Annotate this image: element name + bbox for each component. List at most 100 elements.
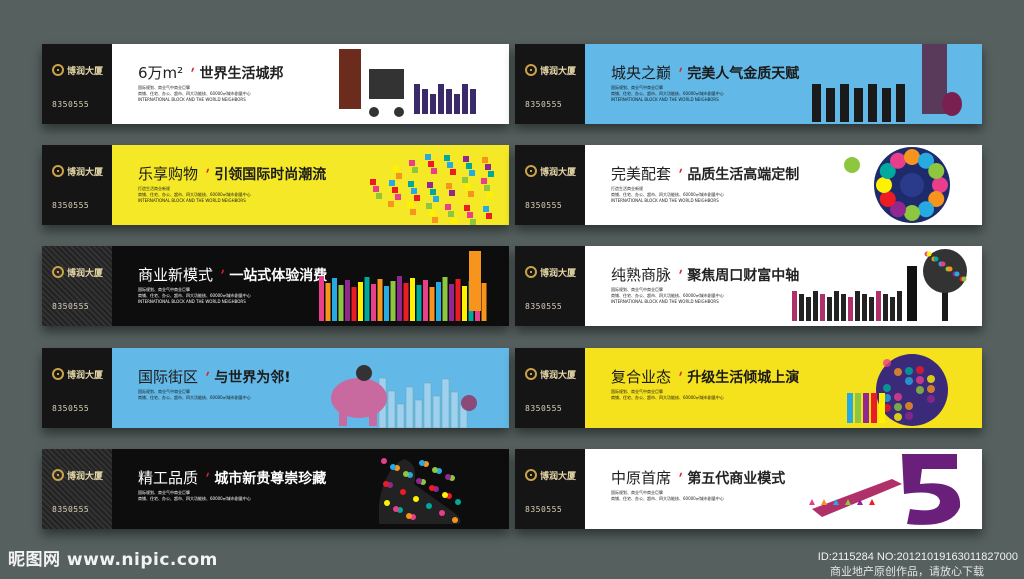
logo-panel: 博润大厦 8350555 <box>515 246 585 326</box>
description: 国际规划、商业气中商业巨擘 商铺、住宅、办公、超市、四大功能核、60000㎡城市… <box>138 389 251 401</box>
logo-icon <box>52 64 64 76</box>
headline: 纯熟商脉 ' 聚焦周口财富中轴 <box>611 264 799 285</box>
logo-name: 博润大厦 <box>67 371 104 381</box>
description: 国际规划、商业气中商业巨擘 商铺、住宅、办公、超市、四大功能核、60000㎡城市… <box>611 85 724 103</box>
headline-subtitle: 第五代商业模式 <box>687 471 786 487</box>
logo-name: 博润大厦 <box>540 168 577 178</box>
logo-phone: 8350555 <box>525 404 563 413</box>
lifestyle-wheel-illustration <box>792 145 972 225</box>
billboard-content: 复合业态 ' 升级生活倾城上演 国际规划、商业气中商业巨擘 商铺、住宅、办公、超… <box>585 348 982 428</box>
logo-icon <box>525 64 537 76</box>
headline-main: 国际街区 <box>138 368 199 386</box>
headline-subtitle: 引领国际时尚潮流 <box>214 167 327 183</box>
billboard-b7: 博润大厦 8350555 国际街区 ' 与世界为邻! 国际规划、商业气中商业巨擘… <box>42 348 509 428</box>
headline-main: 复合业态 <box>611 368 672 386</box>
logo-name: 博润大厦 <box>67 269 104 279</box>
accent-mark-icon: ' <box>674 66 685 82</box>
accent-mark-icon: ' <box>674 471 685 487</box>
billboard-content: 城央之巅 ' 完美人气金质天赋 国际规划、商业气中商业巨擘 商铺、住宅、办公、超… <box>585 44 982 124</box>
logo-icon <box>52 266 64 278</box>
billboard-b9: 博润大厦 8350555 精工品质 ' 城市新贵尊崇珍藏 国际规划、商业气中商业… <box>42 449 509 529</box>
logo-panel: 博润大厦 8350555 <box>42 44 112 124</box>
logo-panel: 博润大厦 8350555 <box>42 246 112 326</box>
description-line-3: INTERNATIONAL BLOCK AND THE WORLD NEIGHB… <box>611 97 719 102</box>
headline: 国际街区 ' 与世界为邻! <box>138 366 291 387</box>
logo-icon <box>525 266 537 278</box>
headline-subtitle: 城市新贵尊崇珍藏 <box>214 471 327 487</box>
site-watermark: 昵图网 www.nipic.com <box>8 550 218 570</box>
description: 国际规划、商业气中商业巨擘 商铺、住宅、办公、超市、四大功能核、60000㎡城市… <box>611 287 724 305</box>
accent-mark-icon: ' <box>201 370 212 386</box>
headline-main: 乐享购物 <box>138 165 199 183</box>
billboard-b3: 博润大厦 8350555 乐享购物 ' 引领国际时尚潮流 打造生活商业新规 商铺… <box>42 145 509 225</box>
floral-heel-illustration <box>319 449 499 529</box>
description-line-3: INTERNATIONAL BLOCK AND THE WORLD NEIGHB… <box>138 198 246 203</box>
billboard-b5: 博润大厦 8350555 商业新模式 ' 一站式体验消费 国际规划、商业气中商业… <box>42 246 509 326</box>
description: 国际规划、商业气中商业巨擘 商铺、住宅、办公、超市、四大功能核、60000㎡城市… <box>138 287 251 305</box>
billboard-content: 纯熟商脉 ' 聚焦周口财富中轴 国际规划、商业气中商业巨擘 商铺、住宅、办公、超… <box>585 246 982 326</box>
description: 国际规划、商业气中商业巨擘 商铺、住宅、办公、超市、四大功能核、60000㎡城市… <box>138 490 251 502</box>
logo-phone: 8350555 <box>525 201 563 210</box>
billboard-b6: 博润大厦 8350555 纯熟商脉 ' 聚焦周口财富中轴 国际规划、商业气中商业… <box>515 246 982 326</box>
logo-phone: 8350555 <box>52 100 90 109</box>
description: 国际规划、商业气中商业巨擘 商铺、住宅、办公、超市、四大功能核、60000㎡城市… <box>611 490 724 502</box>
description: 打造生活商业新规 商铺、住宅、办公、超市、四大功能核、60000㎡城市剧量中心 … <box>611 186 724 204</box>
headline-main: 中原首席 <box>611 469 672 487</box>
description-line-3: INTERNATIONAL BLOCK AND THE WORLD NEIGHB… <box>611 198 719 203</box>
logo-name: 博润大厦 <box>540 67 577 77</box>
headline-main: 商业新模式 <box>138 266 214 284</box>
headline: 商业新模式 ' 一站式体验消费 <box>138 264 327 285</box>
logo-name: 博润大厦 <box>540 371 577 381</box>
headline-subtitle: 完美人气金质天赋 <box>687 66 800 82</box>
logo-name: 博润大厦 <box>540 269 577 279</box>
billboard-content: 完美配套 ' 品质生活高端定制 打造生活商业新规 商铺、住宅、办公、超市、四大功… <box>585 145 982 225</box>
logo-phone: 8350555 <box>52 302 90 311</box>
accent-mark-icon: ' <box>674 167 685 183</box>
headline: 6万m² ' 世界生活城邦 <box>138 62 283 83</box>
logo-icon <box>52 165 64 177</box>
headline-subtitle: 与世界为邻! <box>214 370 291 386</box>
logo-panel: 博润大厦 8350555 <box>515 44 585 124</box>
headline-main: 6万m² <box>138 64 184 82</box>
description-line-3: INTERNATIONAL BLOCK AND THE WORLD NEIGHB… <box>138 97 246 102</box>
logo-panel: 博润大厦 8350555 <box>42 449 112 529</box>
promo-caption: 商业地产原创作品，请放心下载 <box>830 565 984 578</box>
description: 国际规划、商业气中商业巨擘 商铺、住宅、办公、超市、四大功能核、60000㎡城市… <box>138 85 251 103</box>
logo-name: 博润大厦 <box>540 472 577 482</box>
headline-main: 完美配套 <box>611 165 672 183</box>
headline-subtitle: 聚焦周口财富中轴 <box>687 268 800 284</box>
image-id: ID:2115284 NO:20121019163011827000 <box>817 551 1018 563</box>
logo-panel: 博润大厦 8350555 <box>42 145 112 225</box>
headline: 城央之巅 ' 完美人气金质天赋 <box>611 62 799 83</box>
logo-phone: 8350555 <box>525 302 563 311</box>
description: 打造生活商业新规 商铺、住宅、办公、超市、四大功能核、60000㎡城市剧量中心 … <box>138 186 251 204</box>
headline-main: 纯熟商脉 <box>611 266 672 284</box>
headline: 完美配套 ' 品质生活高端定制 <box>611 163 799 184</box>
elephant-skyline-illustration <box>319 348 499 428</box>
billboard-b1: 博润大厦 8350555 6万m² ' 世界生活城邦 国际规划、商业气中商业巨擘… <box>42 44 509 124</box>
description-line-2: 商铺、住宅、办公、超市、四大功能核、60000㎡城市剧量中心 <box>611 395 724 400</box>
accent-mark-icon: ' <box>674 370 685 386</box>
headline: 复合业态 ' 升级生活倾城上演 <box>611 366 799 387</box>
headline: 乐享购物 ' 引领国际时尚潮流 <box>138 163 326 184</box>
logo-panel: 博润大厦 8350555 <box>515 348 585 428</box>
headline-subtitle: 世界生活城邦 <box>199 66 284 82</box>
headline-main: 精工品质 <box>138 469 199 487</box>
purple-globe-illustration <box>792 348 972 428</box>
logo-icon <box>52 368 64 380</box>
shoppers-silhouettes-illustration <box>319 44 499 124</box>
accent-mark-icon: ' <box>201 167 212 183</box>
description-line-2: 商铺、住宅、办公、超市、四大功能核、60000㎡城市剧量中心 <box>138 496 251 501</box>
logo-icon <box>525 165 537 177</box>
logo-phone: 8350555 <box>525 505 563 514</box>
colorful-crowd-illustration <box>319 246 499 326</box>
description-line-2: 商铺、住宅、办公、超市、四大功能核、60000㎡城市剧量中心 <box>138 395 251 400</box>
billboard-content: 商业新模式 ' 一站式体验消费 国际规划、商业气中商业巨擘 商铺、住宅、办公、超… <box>112 246 509 326</box>
logo-name: 博润大厦 <box>67 472 104 482</box>
description-line-2: 商铺、住宅、办公、超市、四大功能核、60000㎡城市剧量中心 <box>611 496 724 501</box>
billboard-content: 乐享购物 ' 引领国际时尚潮流 打造生活商业新规 商铺、住宅、办公、超市、四大功… <box>112 145 509 225</box>
headline-subtitle: 升级生活倾城上演 <box>687 370 800 386</box>
logo-icon <box>525 368 537 380</box>
arrow-of-products-illustration <box>319 145 499 225</box>
headline-subtitle: 品质生活高端定制 <box>687 167 800 183</box>
